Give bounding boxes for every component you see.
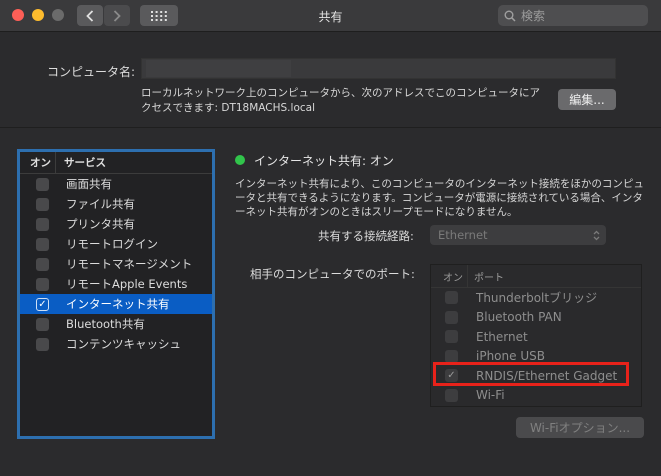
service-checkbox[interactable] — [36, 177, 49, 191]
service-item[interactable]: コンテンツキャッシュ — [20, 334, 212, 354]
services-list-header: オン サービス — [20, 152, 212, 174]
service-checkbox[interactable]: ✓ — [36, 297, 49, 311]
port-item[interactable]: Wi-Fi — [431, 386, 641, 406]
ports-list: オン ポート Thunderboltブリッジ Bluetooth PAN Ether… — [430, 264, 642, 407]
status-indicator-dot — [235, 155, 245, 165]
local-address-text: ローカルネットワーク上のコンピュータから、次のアドレスでこのコンピュータにアクセ… — [141, 87, 540, 114]
service-item[interactable]: リモートApple Events — [20, 274, 212, 294]
computer-name-label: コンピュータ名: — [47, 65, 136, 79]
ports-header-port[interactable]: ポート — [468, 269, 504, 284]
service-label: ファイル共有 — [66, 197, 135, 211]
service-label: 画面共有 — [66, 177, 112, 191]
service-label: Bluetooth共有 — [66, 317, 145, 331]
service-label: リモートApple Events — [66, 277, 188, 291]
search-field[interactable]: 検索 — [498, 5, 648, 26]
header-service[interactable]: サービス — [56, 155, 106, 170]
service-checkbox[interactable] — [36, 257, 49, 271]
port-checkbox[interactable] — [445, 349, 458, 363]
service-label: コンテンツキャッシュ — [66, 337, 181, 351]
ports-list-header: オン ポート — [431, 265, 641, 288]
port-item[interactable]: ✓ RNDIS/Ethernet Gadget — [431, 366, 641, 386]
ports-label: 相手のコンピュータでのポート: — [250, 267, 415, 281]
sharing-status: インターネット共有: オン — [254, 154, 394, 168]
service-checkbox[interactable] — [36, 317, 49, 331]
service-item[interactable]: Bluetooth共有 — [20, 314, 212, 334]
service-item[interactable]: 画面共有 — [20, 174, 212, 194]
service-item[interactable]: リモートログイン — [20, 234, 212, 254]
service-item[interactable]: ファイル共有 — [20, 194, 212, 214]
updown-chevron-icon — [593, 230, 600, 240]
header-on[interactable]: オン — [20, 152, 56, 173]
title-bar: 共有 検索 — [0, 0, 661, 32]
service-item[interactable]: リモートマネージメント — [20, 254, 212, 274]
service-label: リモートマネージメント — [66, 257, 193, 271]
port-label: iPhone USB — [476, 349, 545, 364]
route-select[interactable]: Ethernet — [430, 225, 606, 245]
port-checkbox[interactable] — [445, 310, 458, 324]
port-checkbox[interactable] — [445, 388, 458, 402]
service-label: リモートログイン — [66, 237, 158, 251]
service-item[interactable]: ✓ インターネット共有 — [20, 294, 212, 314]
edit-button[interactable]: 編集... — [558, 89, 616, 110]
route-label: 共有する接続経路: — [318, 229, 414, 243]
port-label: Ethernet — [476, 329, 528, 344]
service-label: インターネット共有 — [66, 297, 170, 311]
service-checkbox[interactable] — [36, 277, 49, 291]
services-list: オン サービス 画面共有ファイル共有 プリンタ共有リモートログインリモートマネージ… — [17, 149, 215, 439]
port-label: Bluetooth PAN — [476, 310, 562, 325]
port-item[interactable]: iPhone USB — [431, 347, 641, 367]
service-checkbox[interactable] — [36, 237, 49, 251]
port-label: Wi-Fi — [476, 388, 505, 403]
port-label: RNDIS/Ethernet Gadget — [476, 368, 618, 383]
port-checkbox[interactable] — [445, 291, 458, 305]
sharing-description: インターネット共有により、このコンピュータのインターネット接続をほかのコンピュー… — [235, 178, 644, 218]
search-icon — [504, 10, 516, 22]
search-placeholder: 検索 — [521, 9, 546, 23]
port-checkbox[interactable]: ✓ — [445, 369, 458, 383]
service-label: プリンタ共有 — [66, 217, 135, 231]
wifi-options-button[interactable]: Wi-Fiオプション... — [516, 417, 644, 438]
port-label: Thunderboltブリッジ — [476, 291, 598, 306]
port-item[interactable]: Bluetooth PAN — [431, 308, 641, 328]
service-checkbox[interactable] — [36, 197, 49, 211]
port-item[interactable]: Ethernet — [431, 327, 641, 347]
computer-name-redaction — [146, 60, 291, 77]
route-value: Ethernet — [438, 228, 488, 242]
service-checkbox[interactable] — [36, 217, 49, 231]
service-checkbox[interactable] — [36, 337, 49, 351]
port-item[interactable]: Thunderboltブリッジ — [431, 288, 641, 308]
port-checkbox[interactable] — [445, 330, 458, 344]
computer-name-section: コンピュータ名: ローカルネットワーク上のコンピュータから、次のアドレスでこのコ… — [0, 33, 661, 128]
ports-header-on[interactable]: オン — [431, 265, 468, 287]
service-item[interactable]: プリンタ共有 — [20, 214, 212, 234]
